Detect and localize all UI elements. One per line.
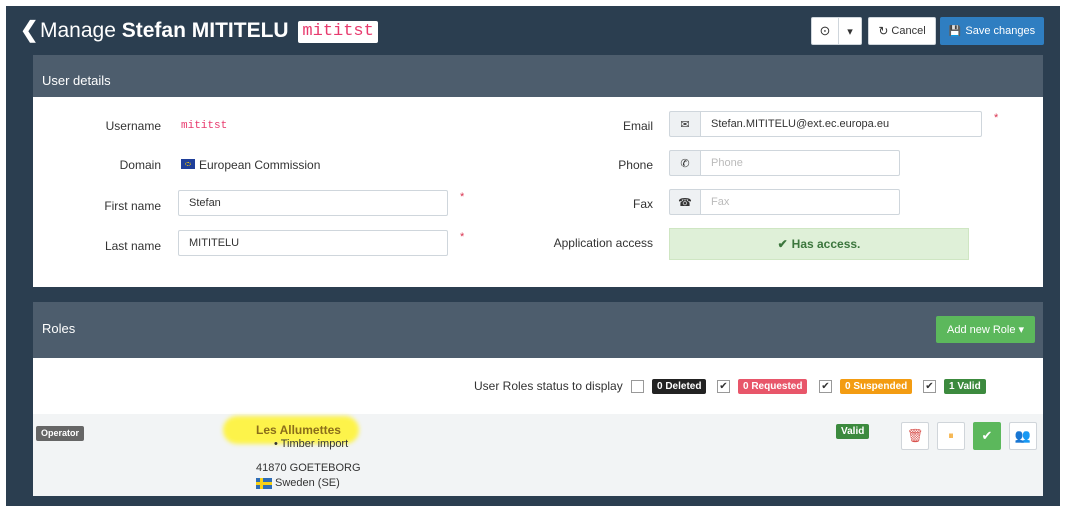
last-name-input[interactable]: MITITELU <box>178 230 448 256</box>
trash-icon: 🗑 <box>906 428 924 443</box>
filter-label: User Roles status to display <box>474 379 623 393</box>
roles-panel: Roles Add new Role ▾ User Roles status t… <box>33 302 1043 496</box>
user-details-panel: User details Username mititst Domain Eur… <box>33 55 1043 287</box>
add-new-role-button[interactable]: Add new Role ▾ <box>936 316 1035 343</box>
phone-label: Phone <box>618 158 653 172</box>
required-mark: * <box>460 191 465 203</box>
required-mark: * <box>460 231 465 243</box>
suspend-role-button[interactable]: ⏸ <box>937 422 965 450</box>
username-label: Username <box>105 119 161 133</box>
user-details-header: User details <box>33 55 1043 97</box>
app-window: ❮ Manage Stefan MITITELU mititst ⊙ ▾ ↻ C… <box>6 6 1060 506</box>
caret-down-icon: ▾ <box>1018 324 1025 336</box>
fax-label: Fax <box>632 197 653 211</box>
save-changes-button[interactable]: 💾 Save changes <box>940 17 1044 45</box>
email-label: Email <box>622 119 653 133</box>
requested-checkbox[interactable]: ✔ <box>717 380 730 393</box>
bullet: • <box>274 438 278 450</box>
address-text: 41870 GOETEBORG <box>256 462 361 474</box>
delete-role-button[interactable]: 🗑 <box>901 422 929 450</box>
suspended-checkbox[interactable]: ✔ <box>819 380 832 393</box>
validate-role-button[interactable]: ✔ <box>973 422 1001 450</box>
organisation-name: Les Allumettes <box>256 423 341 437</box>
domain-value: European Commission <box>199 158 321 172</box>
roles-header: Roles Add new Role ▾ <box>33 302 1043 358</box>
table-row: Operator Les Allumettes • Timber import … <box>33 414 1043 496</box>
domain-label: Domain <box>119 158 161 172</box>
email-input[interactable]: Stefan.MITITELU@ext.ec.europa.eu <box>700 111 982 137</box>
suspended-badge: 0 Suspended <box>840 379 913 394</box>
user-full-name: Stefan MITITELU <box>121 19 289 42</box>
page-header: ❮ Manage Stefan MITITELU mititst ⊙ ▾ ↻ C… <box>6 6 1060 54</box>
eu-flag-icon <box>181 159 195 169</box>
application-access-label: Application access <box>553 236 653 250</box>
first-name-input[interactable]: Stefan <box>178 190 448 216</box>
role-status-filter-row: User Roles status to display 0 Deleted ✔… <box>33 358 1043 414</box>
add-role-label: Add new Role <box>946 323 1016 336</box>
refresh-icon: ↻ <box>878 24 889 38</box>
caret-down-icon: ▾ <box>847 25 853 38</box>
valid-checkbox[interactable]: ✔ <box>923 380 936 393</box>
history-button[interactable]: ⊙ <box>811 17 839 45</box>
email-icon: ✉ <box>669 111 701 137</box>
activity-label: Timber import <box>280 438 349 450</box>
check-icon: ✔ <box>981 428 993 443</box>
history-dropdown-button[interactable]: ▾ <box>838 17 862 45</box>
deleted-badge: 0 Deleted <box>652 379 707 394</box>
phone-icon: ✆ <box>669 150 701 176</box>
cancel-label: Cancel <box>891 25 926 37</box>
roles-title: Roles <box>42 321 76 336</box>
title-prefix: Manage <box>40 19 116 42</box>
country-text: Sweden (SE) <box>275 477 340 489</box>
user-details-title: User details <box>42 73 111 88</box>
role-users-button[interactable]: 👥 <box>1009 422 1037 450</box>
first-name-label: First name <box>104 199 161 213</box>
status-badge: Valid <box>836 424 870 439</box>
clock-icon: ⊙ <box>819 23 831 38</box>
save-label: Save changes <box>965 25 1036 37</box>
activity-item: • Timber import <box>274 438 348 450</box>
pause-icon: ⏸ <box>948 429 954 442</box>
username-value: mititst <box>181 120 228 132</box>
role-type-badge: Operator <box>36 426 85 441</box>
save-icon: 💾 <box>948 25 962 37</box>
page-title: Manage Stefan MITITELU mititst <box>40 18 378 44</box>
phone-input[interactable]: Phone <box>700 150 900 176</box>
requested-badge: 0 Requested <box>738 379 808 394</box>
users-icon: 👥 <box>1014 428 1032 443</box>
fax-input[interactable]: Fax <box>700 189 900 215</box>
valid-badge: 1 Valid <box>944 379 986 394</box>
user-login-badge: mititst <box>298 21 378 43</box>
last-name-label: Last name <box>104 239 161 253</box>
required-mark: * <box>994 112 999 124</box>
cancel-button[interactable]: ↻ Cancel <box>868 17 936 45</box>
sweden-flag-icon <box>256 478 272 489</box>
deleted-checkbox[interactable] <box>631 380 644 393</box>
back-chevron-icon[interactable]: ❮ <box>20 17 38 43</box>
